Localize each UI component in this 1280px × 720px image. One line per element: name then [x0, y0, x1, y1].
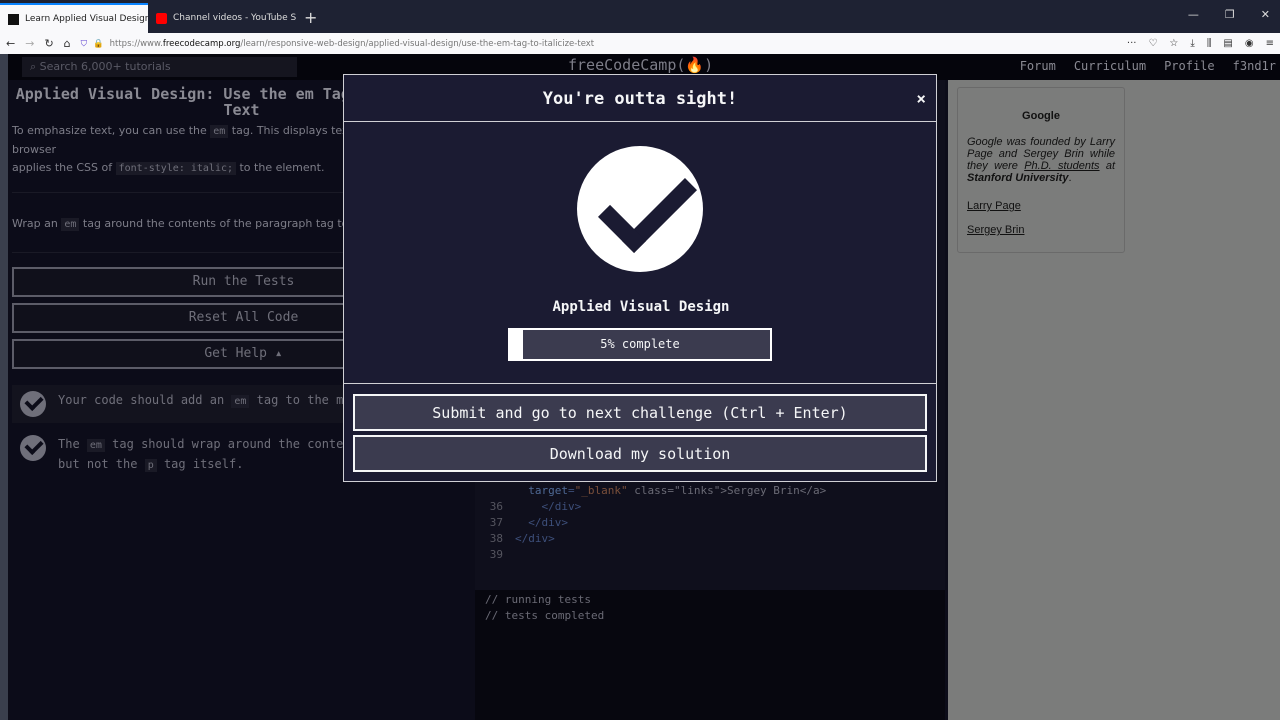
freecodecamp-favicon-icon: [8, 13, 19, 25]
library-icon[interactable]: ⫼: [1207, 38, 1212, 49]
home-icon[interactable]: ⌂: [64, 37, 71, 50]
nav-profile[interactable]: Profile: [1164, 59, 1215, 73]
code-line: target="_blank" class="links">Sergey Bri…: [528, 484, 827, 497]
restore-icon[interactable]: ❐: [1225, 8, 1235, 21]
preview-heading: Google: [1022, 110, 1060, 122]
nav-curriculum[interactable]: Curriculum: [1074, 59, 1146, 73]
code-line: 36 </div>: [489, 500, 582, 513]
new-tab-icon[interactable]: +: [296, 8, 325, 33]
console-line: // tests completed: [485, 609, 605, 622]
back-icon[interactable]: ←: [6, 37, 15, 50]
preview-link-sergey[interactable]: Sergey Brin: [967, 224, 1115, 236]
search-input[interactable]: ⌕ Search 6,000+ tutorials: [22, 57, 297, 77]
test-console: // running tests // tests completed: [475, 590, 945, 720]
download-icon[interactable]: ⤓: [1190, 38, 1194, 49]
success-check-icon: [577, 146, 703, 272]
youtube-favicon-icon: [156, 12, 167, 24]
preview-link-larry[interactable]: Larry Page: [967, 200, 1115, 212]
fcc-logo[interactable]: freeCodeCamp(🔥): [568, 56, 713, 74]
download-solution-button[interactable]: Download my solution: [353, 435, 927, 472]
tab-title: Learn Applied Visual Design: Use: [25, 14, 148, 24]
preview-card: Google Google was founded by Larry Page …: [957, 87, 1125, 253]
browser-tab[interactable]: Channel videos - YouTube Studio×: [148, 3, 296, 33]
sidebar-icon[interactable]: ▤: [1223, 38, 1232, 49]
check-icon: [20, 435, 46, 461]
check-icon: [20, 391, 46, 417]
url-text: https://www.freecodecamp.org/learn/respo…: [109, 38, 595, 49]
code-line: 39: [489, 548, 503, 561]
progress-label: 5% complete: [600, 337, 680, 351]
address-bar[interactable]: ⛉ 🔒 https://www.freecodecamp.org/learn/res…: [81, 35, 1041, 53]
bookmark-star-icon[interactable]: ☆: [1169, 38, 1178, 49]
lock-icon: 🔒: [93, 38, 104, 49]
account-icon[interactable]: ◉: [1245, 38, 1254, 49]
shield-icon: ⛉: [80, 38, 88, 49]
browser-nav-bar: ← → ↻ ⌂ ⛉ 🔒 https://www.freecodecamp.org/lear…: [0, 33, 1280, 54]
preview-pane: Google Google was founded by Larry Page …: [948, 80, 1280, 720]
close-icon[interactable]: ×: [916, 75, 926, 123]
pocket-icon[interactable]: ♡: [1148, 38, 1157, 49]
forward-icon[interactable]: →: [25, 37, 34, 50]
submit-next-button[interactable]: Submit and go to next challenge (Ctrl + …: [353, 394, 927, 431]
console-line: // running tests: [485, 593, 591, 606]
preview-paragraph: Google was founded by Larry Page and Ser…: [967, 136, 1116, 184]
browser-tab-bar: Learn Applied Visual Design: Use× Channe…: [0, 0, 1280, 33]
nav-username[interactable]: f3nd1r: [1233, 59, 1276, 73]
tab-title: Channel videos - YouTube Studio: [173, 13, 296, 23]
modal-title: You're outta sight!: [542, 89, 738, 109]
nav-forum[interactable]: Forum: [1020, 59, 1056, 73]
completion-modal: You're outta sight! × Applied Visual Desi…: [343, 74, 937, 482]
certification-name: Applied Visual Design: [552, 299, 730, 315]
progress-bar: 5% complete: [508, 328, 772, 361]
reload-icon[interactable]: ↻: [44, 37, 53, 50]
code-line: 38 </div>: [489, 532, 555, 545]
minimize-icon[interactable]: —: [1188, 8, 1199, 21]
browser-tab[interactable]: Learn Applied Visual Design: Use×: [0, 3, 148, 33]
code-line: 37 </div>: [489, 516, 568, 529]
menu-icon[interactable]: ≡: [1266, 38, 1274, 49]
close-window-icon[interactable]: ✕: [1261, 8, 1270, 21]
more-icon[interactable]: ···: [1127, 38, 1137, 49]
